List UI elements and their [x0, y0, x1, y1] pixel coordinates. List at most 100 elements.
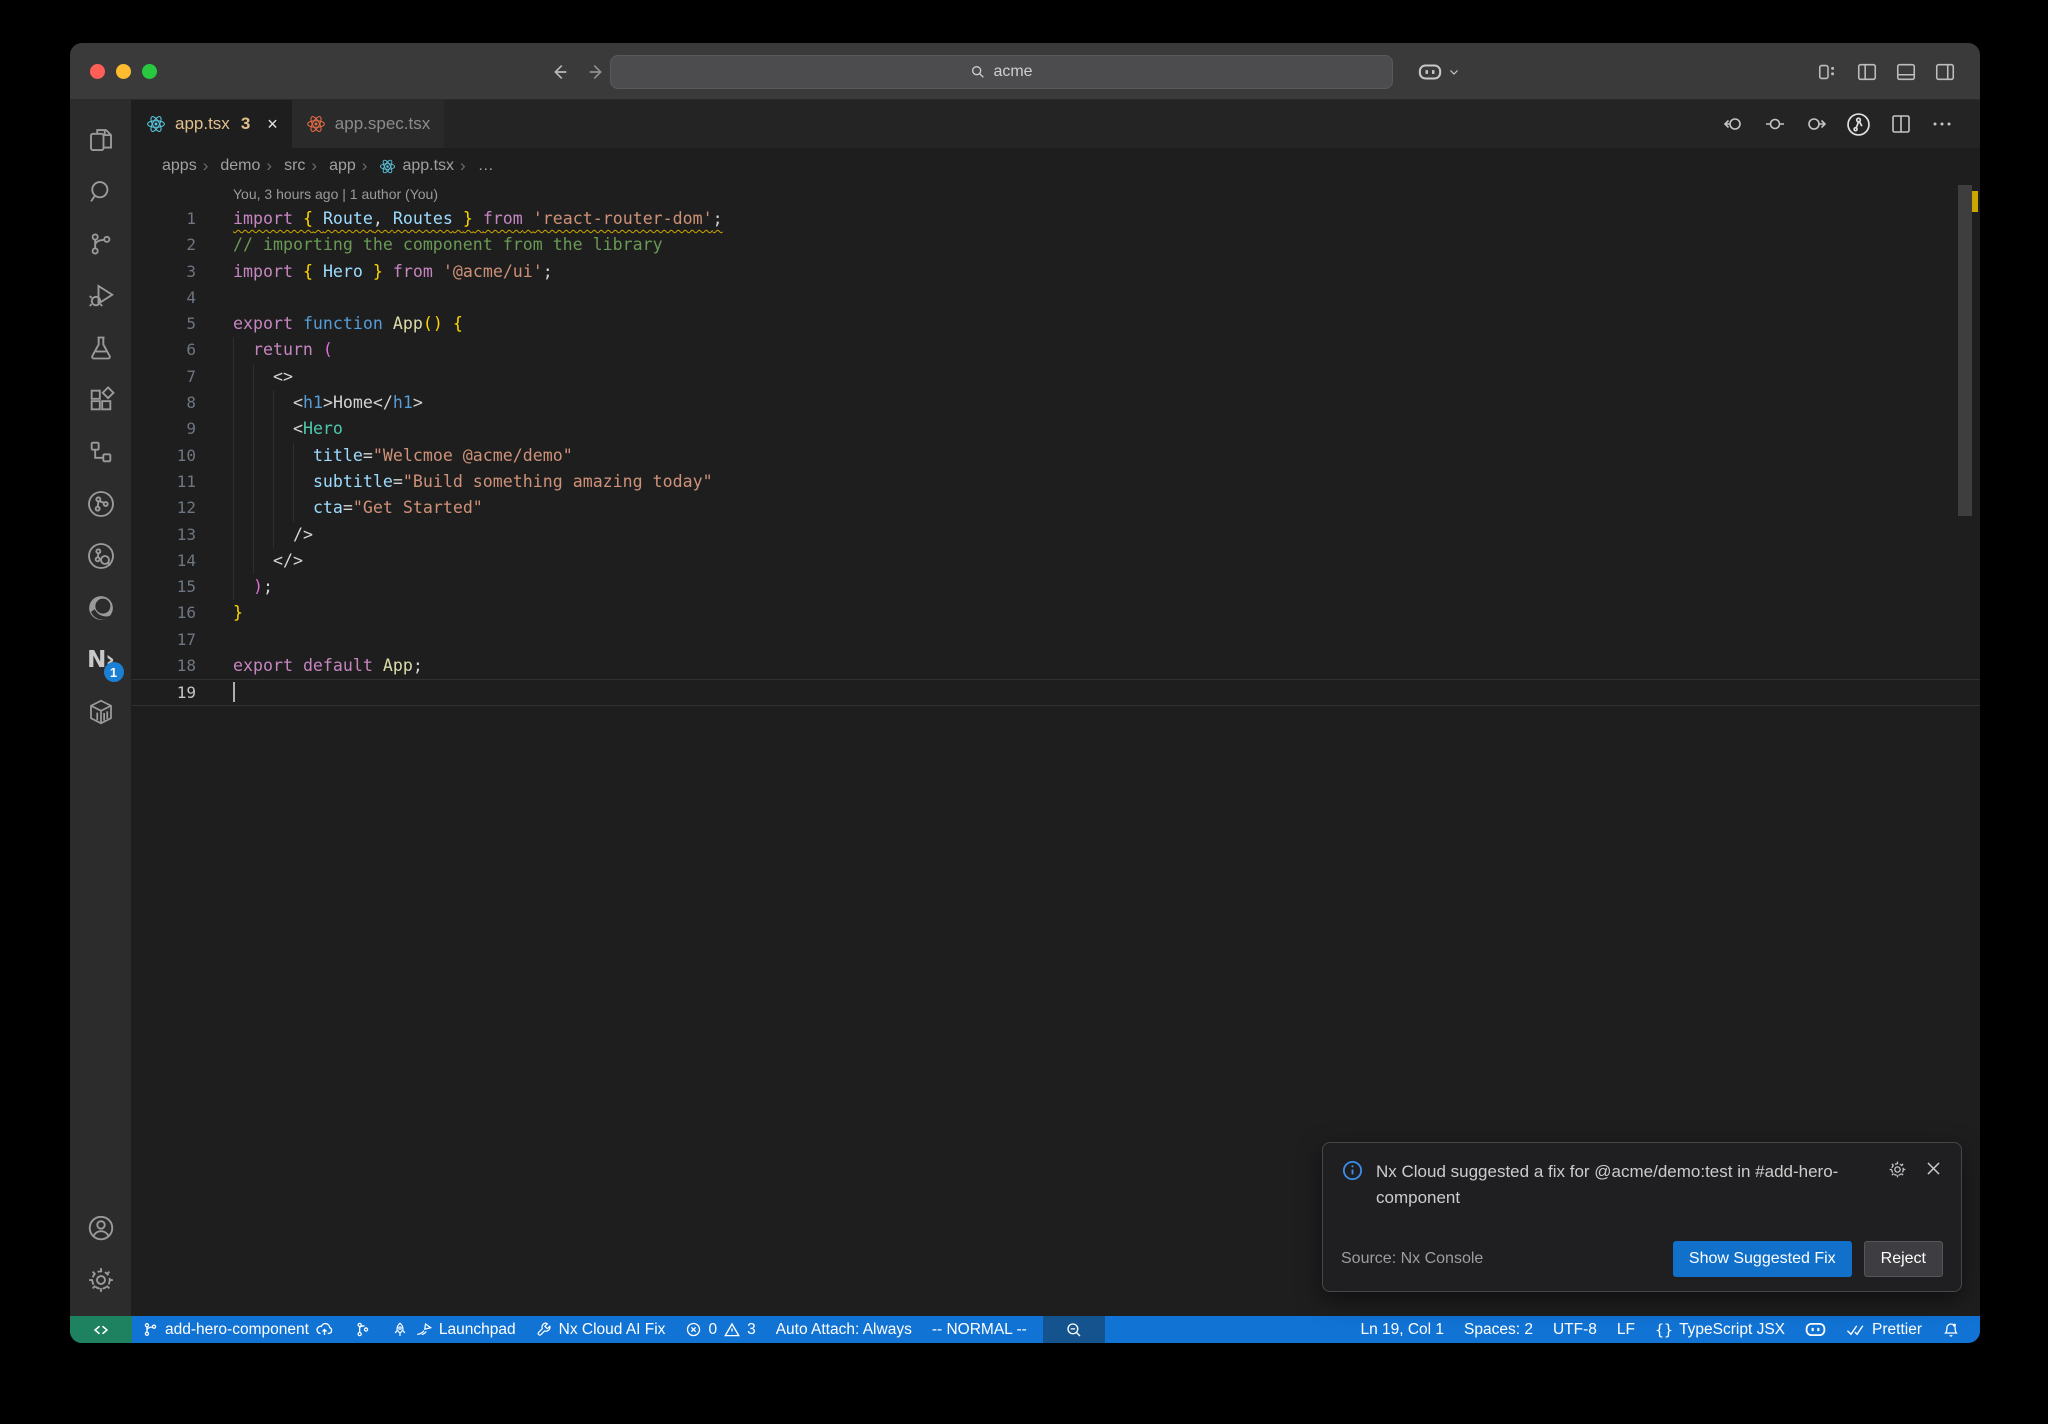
codelens-blame[interactable]: You, 3 hours ago | 1 author (You): [233, 186, 1980, 206]
line-number[interactable]: 10: [132, 443, 196, 469]
formatter-status[interactable]: Prettier: [1836, 1316, 1932, 1343]
notification-close-icon[interactable]: [1924, 1159, 1943, 1210]
sidebar-item-hierarchy[interactable]: [70, 426, 132, 478]
line-number[interactable]: 12: [132, 495, 196, 521]
code-line[interactable]: 17: [132, 627, 1980, 653]
line-number[interactable]: 4: [132, 285, 196, 311]
code-line[interactable]: 10 title="Welcmoe @acme/demo": [132, 442, 1980, 469]
remote-indicator[interactable]: [70, 1316, 132, 1343]
toggle-primary-sidebar-icon[interactable]: [1856, 61, 1878, 83]
nav-edit-location-icon[interactable]: [1763, 112, 1787, 136]
line-number[interactable]: 1: [132, 206, 196, 232]
encoding-status[interactable]: UTF-8: [1543, 1316, 1607, 1343]
sidebar-item-search[interactable]: [70, 166, 132, 218]
zoom-status[interactable]: [1042, 1316, 1105, 1343]
code-line[interactable]: 9 <Hero: [132, 416, 1980, 443]
code-line[interactable]: 12 cta="Get Started": [132, 495, 1980, 522]
toggle-secondary-sidebar-icon[interactable]: [1934, 61, 1956, 83]
sidebar-item-testing[interactable]: [70, 322, 132, 374]
cursor-position-status[interactable]: Ln 19, Col 1: [1350, 1316, 1454, 1343]
breadcrumb-item[interactable]: demo: [203, 156, 260, 176]
line-number[interactable]: 15: [132, 574, 196, 600]
notifications-bell[interactable]: [1932, 1316, 1970, 1343]
line-number[interactable]: 17: [132, 627, 196, 653]
code-line[interactable]: 16}: [132, 600, 1980, 626]
line-number[interactable]: 19: [132, 680, 196, 706]
copilot-status[interactable]: [1795, 1316, 1836, 1343]
breadcrumb-item[interactable]: app: [311, 156, 356, 176]
eol-status[interactable]: LF: [1607, 1316, 1645, 1343]
indentation-status[interactable]: Spaces: 2: [1454, 1316, 1543, 1343]
navigate-forward-icon[interactable]: [586, 61, 608, 83]
sidebar-item-edge-devtools[interactable]: [70, 582, 132, 634]
git-branch-status[interactable]: add-hero-component: [132, 1316, 344, 1343]
nx-cloud-fix-button[interactable]: Nx Cloud AI Fix: [526, 1316, 676, 1343]
close-tab-icon[interactable]: ×: [267, 114, 278, 135]
split-editor-icon[interactable]: [1889, 112, 1913, 136]
show-suggested-fix-button[interactable]: Show Suggested Fix: [1672, 1241, 1852, 1277]
sidebar-item-nx-graph[interactable]: [70, 478, 132, 530]
sidebar-item-nx-console[interactable]: N› 1: [70, 634, 132, 686]
line-number[interactable]: 13: [132, 522, 196, 548]
line-number[interactable]: 11: [132, 469, 196, 495]
code-line[interactable]: 8 <h1>Home</h1>: [132, 390, 1980, 417]
nav-edit-back-icon[interactable]: [1722, 112, 1746, 136]
commit-graph-button[interactable]: [344, 1316, 381, 1343]
breadcrumb-item[interactable]: src: [266, 156, 305, 176]
code-line[interactable]: 5 export function App() {: [132, 311, 1980, 337]
customize-layout-icon[interactable]: [1817, 61, 1839, 83]
line-number[interactable]: 6: [132, 337, 196, 363]
settings-button[interactable]: [70, 1254, 132, 1306]
code-line[interactable]: 13 />: [132, 521, 1980, 548]
more-actions-icon[interactable]: [1930, 112, 1954, 136]
navigate-back-icon[interactable]: [548, 61, 570, 83]
code-line[interactable]: 19: [132, 679, 1980, 706]
line-number[interactable]: 14: [132, 548, 196, 574]
line-number[interactable]: 8: [132, 390, 196, 416]
vim-mode-status[interactable]: -- NORMAL --: [922, 1316, 1037, 1343]
line-number[interactable]: 7: [132, 364, 196, 390]
breadcrumb-item-file[interactable]: app.tsx: [362, 156, 454, 176]
code-line[interactable]: 18 export default App;: [132, 653, 1980, 679]
line-number[interactable]: 2: [132, 232, 196, 258]
code-line[interactable]: 11 subtitle="Build something amazing tod…: [132, 468, 1980, 496]
language-mode-status[interactable]: {} TypeScript JSX: [1645, 1316, 1795, 1343]
minimize-window-button[interactable]: [116, 64, 131, 79]
vertical-scrollbar[interactable]: [1958, 185, 1972, 516]
line-number[interactable]: 3: [132, 259, 196, 285]
line-number[interactable]: 9: [132, 416, 196, 442]
code-line[interactable]: 3 import { Hero } from '@acme/ui';: [132, 259, 1980, 285]
notification-settings-gear-icon[interactable]: [1887, 1159, 1908, 1210]
code-line[interactable]: 14 </>: [132, 547, 1980, 575]
sidebar-item-run-debug[interactable]: [70, 270, 132, 322]
code-line[interactable]: 6 return (: [132, 337, 1980, 364]
code-line[interactable]: 2 // importing the component from the lib…: [132, 232, 1980, 258]
sidebar-item-extensions[interactable]: [70, 374, 132, 426]
run-project-icon[interactable]: [1845, 111, 1872, 138]
code-line[interactable]: 4: [132, 285, 1980, 311]
breadcrumb-item[interactable]: apps: [162, 157, 197, 175]
sidebar-item-nx-project-details[interactable]: [70, 530, 132, 582]
command-center-search[interactable]: acme: [610, 55, 1393, 89]
close-window-button[interactable]: [90, 64, 105, 79]
sidebar-item-source-control[interactable]: [70, 218, 132, 270]
line-number[interactable]: 18: [132, 653, 196, 679]
line-number[interactable]: 16: [132, 600, 196, 626]
zoom-window-button[interactable]: [142, 64, 157, 79]
sidebar-item-package[interactable]: [70, 686, 132, 738]
sidebar-item-explorer[interactable]: [70, 114, 132, 166]
launchpad-button[interactable]: Launchpad: [381, 1316, 526, 1343]
tab-app-spec-tsx[interactable]: app.spec.tsx: [291, 100, 445, 148]
code-line[interactable]: 7 <>: [132, 363, 1980, 391]
code-line[interactable]: 1 import { Route, Routes } from 'react-ro…: [132, 206, 1980, 232]
line-number[interactable]: 5: [132, 311, 196, 337]
toggle-panel-icon[interactable]: [1895, 61, 1917, 83]
accounts-button[interactable]: [70, 1202, 132, 1254]
reject-button[interactable]: Reject: [1863, 1241, 1943, 1277]
auto-attach-status[interactable]: Auto Attach: Always: [766, 1316, 922, 1343]
code-line[interactable]: 15 );: [132, 574, 1980, 601]
nav-edit-forward-icon[interactable]: [1804, 112, 1828, 136]
tab-app-tsx[interactable]: app.tsx 3 ×: [132, 100, 292, 148]
breadcrumb-item-symbol[interactable]: …: [460, 156, 494, 176]
copilot-menu[interactable]: [1418, 43, 1460, 100]
